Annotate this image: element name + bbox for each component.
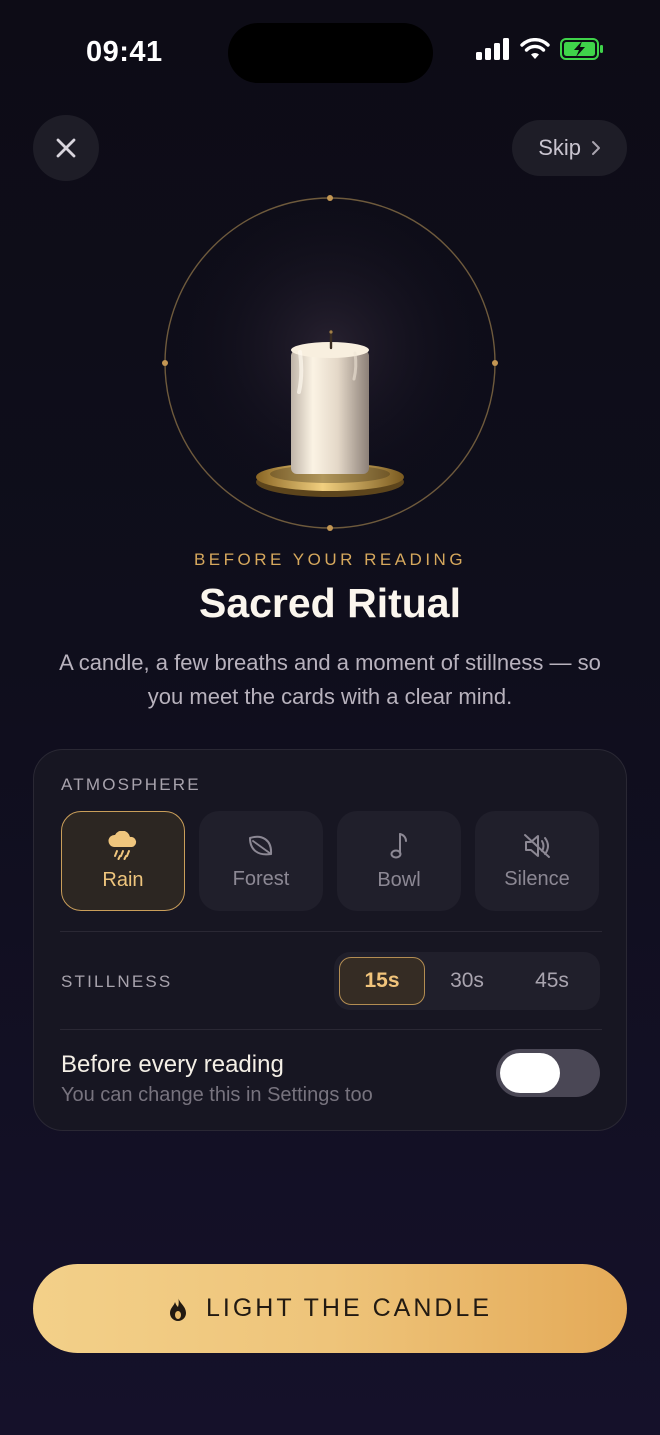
duration-option-15s[interactable]: 15s xyxy=(339,957,425,1005)
skip-label: Skip xyxy=(538,135,581,160)
muted-speaker-icon xyxy=(524,833,550,858)
duration-option-30s[interactable]: 30s xyxy=(424,957,510,1005)
flame-icon xyxy=(169,1296,186,1321)
status-time: 09:41 xyxy=(86,36,163,68)
before-reading-toggle[interactable] xyxy=(496,1049,600,1097)
atmosphere-label-silence: Silence xyxy=(504,867,570,890)
atmosphere-options: Rain Forest Bowl Silence xyxy=(61,811,599,911)
wifi-icon xyxy=(520,38,550,59)
atmosphere-option-rain[interactable]: Rain xyxy=(61,811,185,911)
leaf-icon xyxy=(249,835,273,855)
close-icon xyxy=(56,138,76,158)
battery-charging-icon xyxy=(560,38,603,60)
status-bar: 09:41 xyxy=(0,0,660,100)
atmosphere-option-forest[interactable]: Forest xyxy=(199,811,323,911)
chevron-right-icon xyxy=(592,141,600,155)
before-reading-toggle-title: Before every reading xyxy=(61,1051,284,1078)
rain-cloud-icon xyxy=(108,830,137,860)
atmosphere-label: ATMOSPHERE xyxy=(61,775,201,794)
status-icons xyxy=(476,38,604,60)
light-candle-label: LIGHT THE CANDLE xyxy=(205,1294,493,1322)
light-candle-button[interactable]: LIGHT THE CANDLE xyxy=(33,1264,627,1353)
atmosphere-option-silence[interactable]: Silence xyxy=(475,811,599,911)
page-title: Sacred Ritual xyxy=(198,580,462,626)
close-button[interactable] xyxy=(33,115,99,181)
cellular-signal-icon xyxy=(476,38,509,60)
atmosphere-option-bowl[interactable]: Bowl xyxy=(337,811,461,911)
music-note-icon xyxy=(390,832,407,858)
skip-button[interactable]: Skip xyxy=(512,120,627,176)
divider xyxy=(60,1029,602,1030)
section-kicker: BEFORE YOUR READING xyxy=(193,550,467,569)
dynamic-island xyxy=(228,23,433,83)
stillness-label: STILLNESS xyxy=(61,972,173,991)
before-reading-toggle-subtitle: You can change this in Settings too xyxy=(61,1084,373,1106)
stillness-duration-selector: 15s 30s 45s xyxy=(334,952,600,1010)
divider xyxy=(60,931,602,932)
atmosphere-label-rain: Rain xyxy=(102,868,144,891)
duration-option-45s[interactable]: 45s xyxy=(509,957,595,1005)
atmosphere-label-bowl: Bowl xyxy=(377,868,421,891)
candle-illustration xyxy=(162,195,498,531)
page-subtitle: A candle, a few breaths and a moment of … xyxy=(59,650,601,709)
atmosphere-label-forest: Forest xyxy=(232,867,290,890)
toggle-knob xyxy=(500,1053,560,1093)
ritual-settings-panel: ATMOSPHERE Rain Forest Bowl Silence STIL… xyxy=(33,749,627,1131)
